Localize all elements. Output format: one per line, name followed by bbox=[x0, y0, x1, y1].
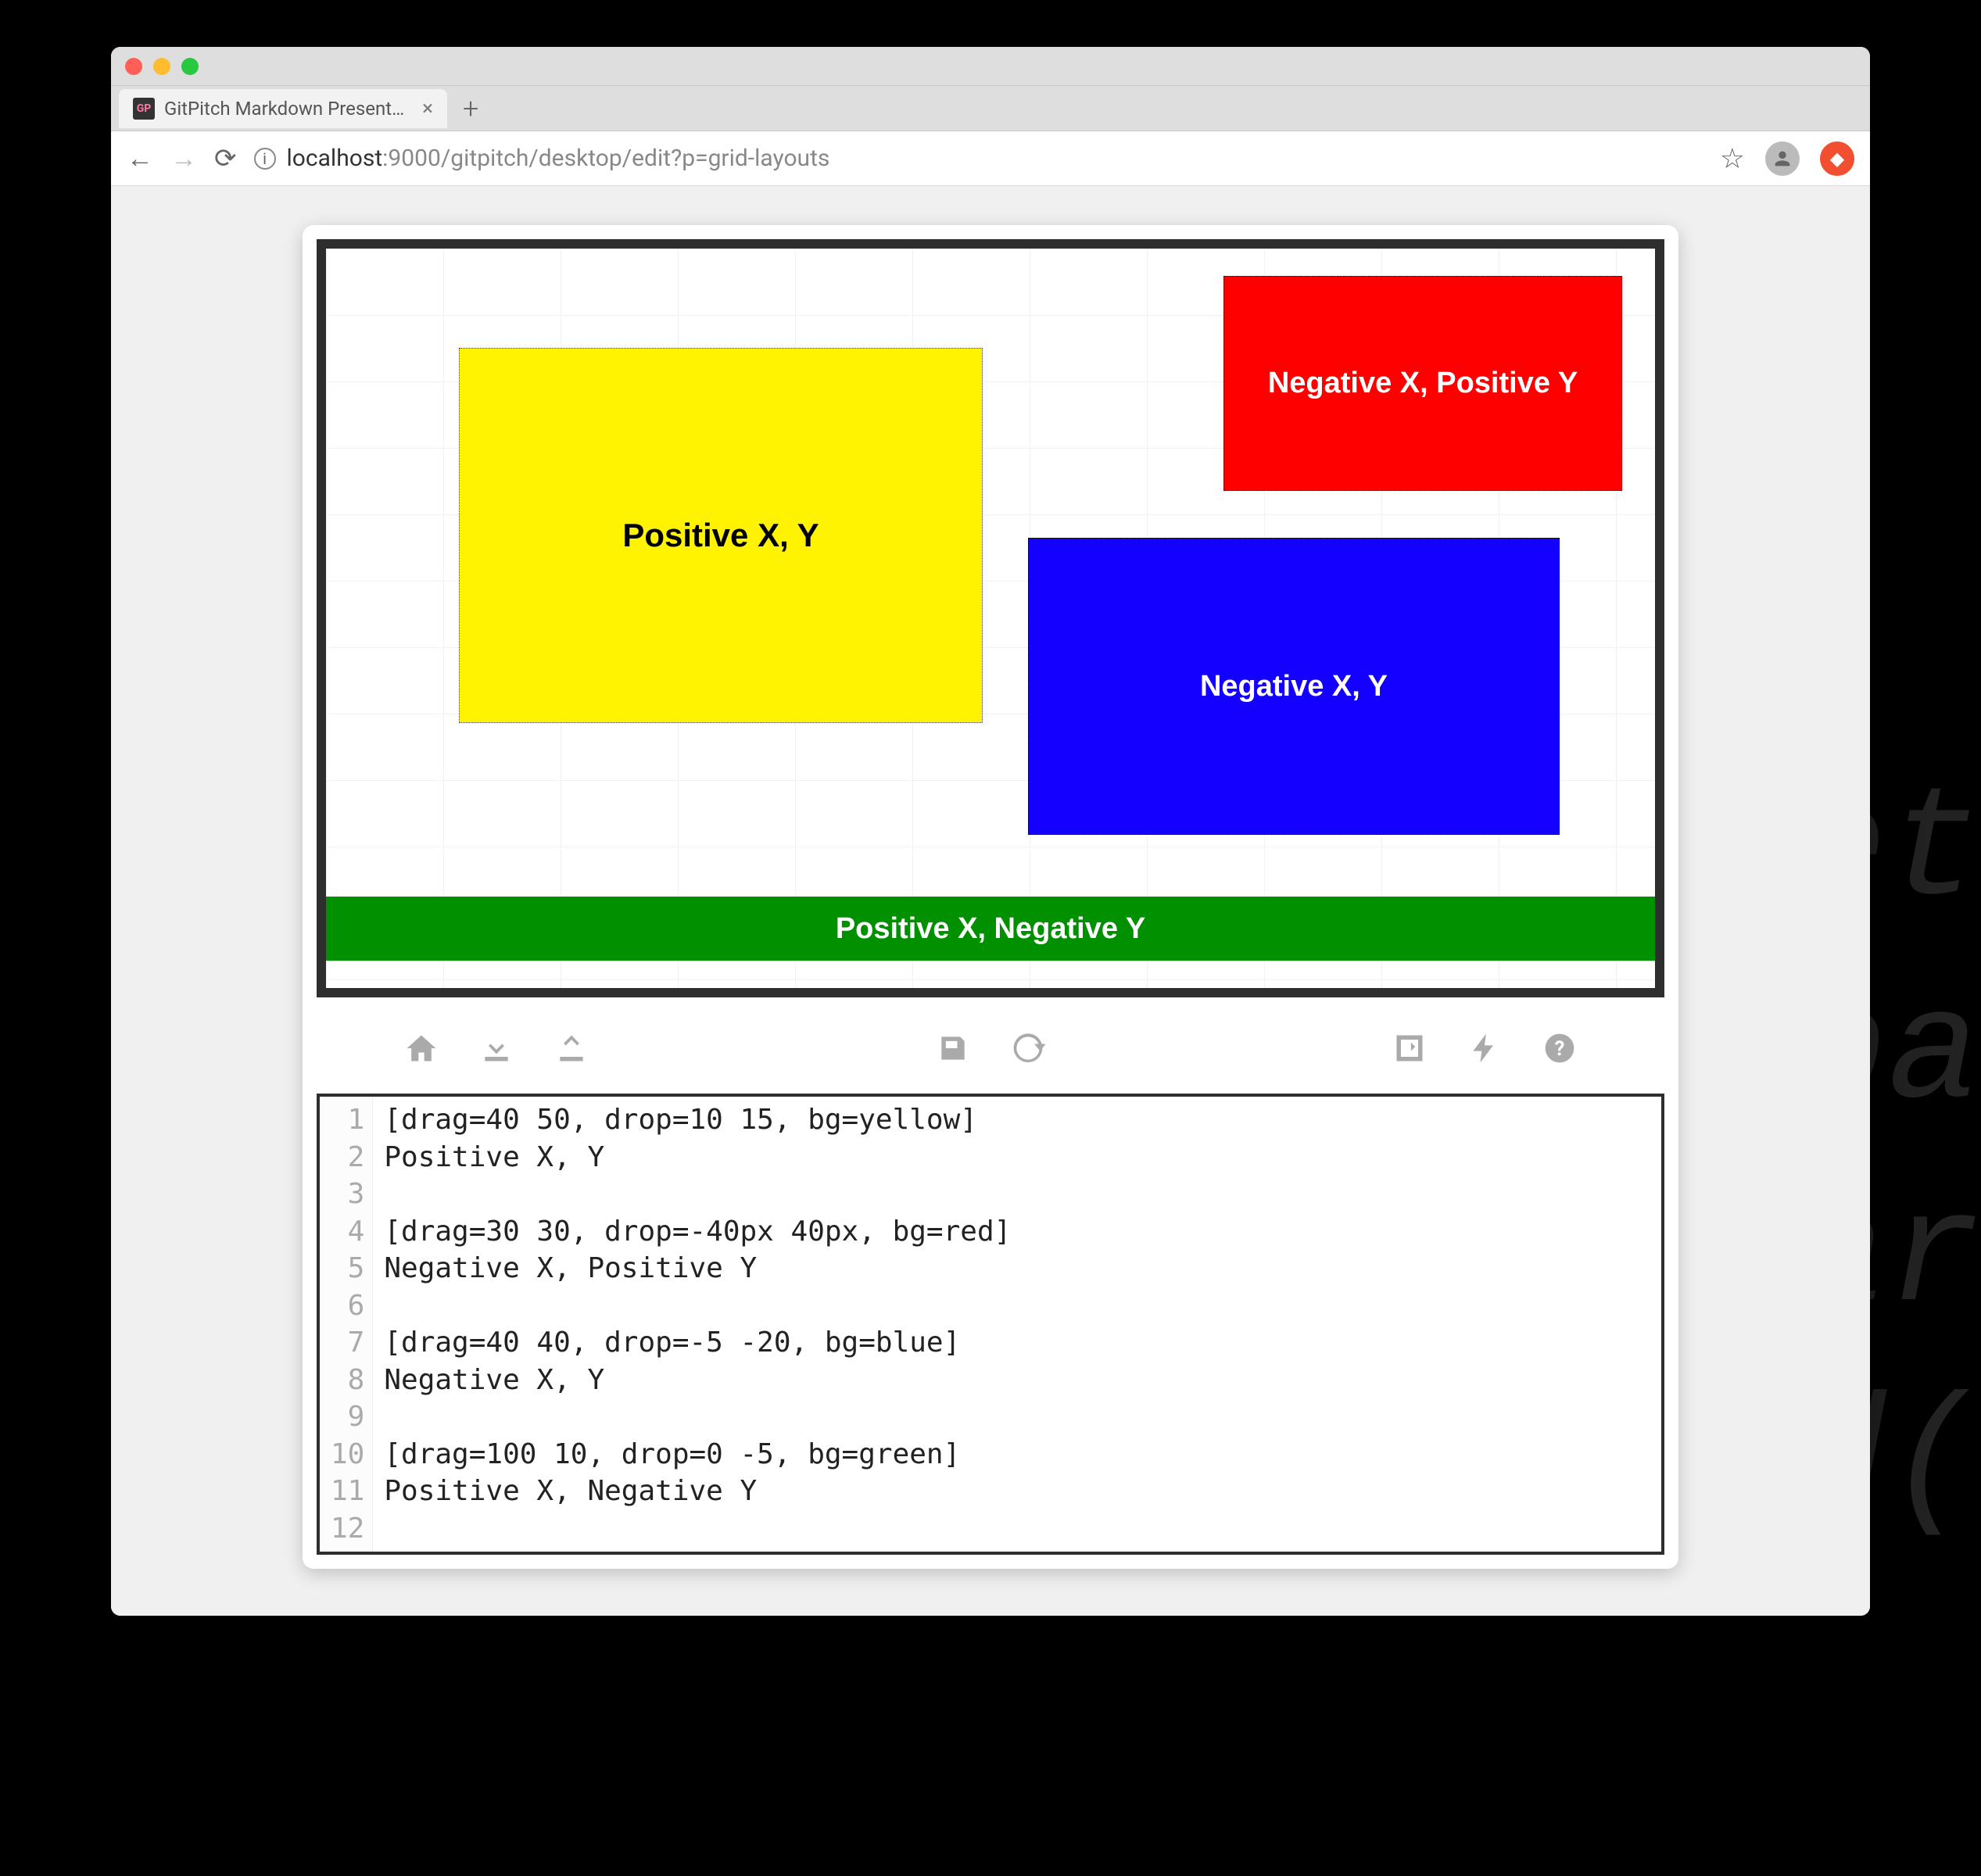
new-tab-button[interactable]: + bbox=[463, 92, 478, 125]
extension-button[interactable]: ◆ bbox=[1820, 141, 1854, 176]
url-host: localhost bbox=[287, 145, 383, 172]
expand-button[interactable] bbox=[1392, 1030, 1427, 1075]
window-controls bbox=[125, 58, 199, 75]
upload-button[interactable] bbox=[554, 1030, 589, 1075]
upload-icon bbox=[554, 1031, 589, 1065]
close-tab-button[interactable]: × bbox=[422, 97, 433, 120]
browser-tabbar: GP GitPitch Markdown Presentatio × + bbox=[111, 86, 1870, 131]
svg-text:?: ? bbox=[1555, 1037, 1565, 1061]
line-gutter: 123456789101112 bbox=[320, 1097, 373, 1552]
home-button[interactable] bbox=[404, 1030, 439, 1075]
tab-title: GitPitch Markdown Presentatio bbox=[164, 98, 413, 120]
close-window-button[interactable] bbox=[125, 58, 142, 75]
reload-button[interactable]: ⟳ bbox=[214, 143, 237, 174]
window-titlebar bbox=[111, 47, 1870, 86]
code-editor[interactable]: 123456789101112 [drag=40 50, drop=10 15,… bbox=[317, 1094, 1664, 1555]
expand-icon bbox=[1392, 1031, 1427, 1065]
grid-box-green: Positive X, Negative Y bbox=[326, 897, 1655, 961]
grid-box-label: Negative X, Y bbox=[1200, 670, 1388, 704]
address-bar[interactable]: i localhost:9000/gitpitch/desktop/edit?p… bbox=[254, 145, 1703, 172]
url-path: /gitpitch/desktop/edit?p=grid-layouts bbox=[441, 145, 830, 172]
save-icon bbox=[936, 1031, 970, 1065]
flash-button[interactable] bbox=[1467, 1030, 1502, 1075]
download-icon bbox=[479, 1031, 514, 1065]
refresh-icon bbox=[1011, 1031, 1045, 1065]
site-info-icon[interactable]: i bbox=[254, 148, 276, 170]
browser-window: GP GitPitch Markdown Presentatio × + ← →… bbox=[111, 47, 1870, 1616]
browser-tab[interactable]: GP GitPitch Markdown Presentatio × bbox=[119, 89, 447, 128]
grid-box-label: Positive X, Negative Y bbox=[836, 912, 1145, 946]
refresh-button[interactable] bbox=[1011, 1030, 1045, 1075]
browser-toolbar: ← → ⟳ i localhost:9000/gitpitch/desktop/… bbox=[111, 131, 1870, 186]
download-button[interactable] bbox=[479, 1030, 514, 1075]
grid-box-red: Negative X, Positive Y bbox=[1223, 276, 1622, 491]
back-button[interactable]: ← bbox=[127, 143, 153, 174]
page-content: Positive X, Y Negative X, Positive Y Neg… bbox=[111, 186, 1870, 1616]
save-button[interactable] bbox=[936, 1030, 970, 1075]
editor-toolbar: ? bbox=[303, 1011, 1678, 1094]
forward-button[interactable]: → bbox=[170, 143, 197, 174]
bolt-icon bbox=[1467, 1031, 1502, 1065]
slide-preview: Positive X, Y Negative X, Positive Y Neg… bbox=[317, 239, 1664, 997]
tab-favicon: GP bbox=[133, 98, 155, 120]
bookmark-button[interactable]: ☆ bbox=[1720, 142, 1745, 175]
grid-box-label: Negative X, Positive Y bbox=[1268, 367, 1578, 400]
grid-box-yellow: Positive X, Y bbox=[459, 348, 983, 723]
editor-card: Positive X, Y Negative X, Positive Y Neg… bbox=[303, 225, 1678, 1569]
minimize-window-button[interactable] bbox=[153, 58, 170, 75]
help-button[interactable]: ? bbox=[1542, 1030, 1577, 1075]
url-port: :9000 bbox=[382, 145, 441, 172]
grid-box-blue: Negative X, Y bbox=[1028, 538, 1560, 835]
home-icon bbox=[404, 1031, 439, 1065]
user-icon bbox=[1771, 148, 1793, 170]
maximize-window-button[interactable] bbox=[181, 58, 199, 75]
code-content[interactable]: [drag=40 50, drop=10 15, bg=yellow]Posit… bbox=[373, 1097, 1661, 1552]
grid-box-label: Positive X, Y bbox=[622, 517, 819, 554]
help-icon: ? bbox=[1542, 1031, 1577, 1065]
profile-button[interactable] bbox=[1765, 141, 1800, 176]
